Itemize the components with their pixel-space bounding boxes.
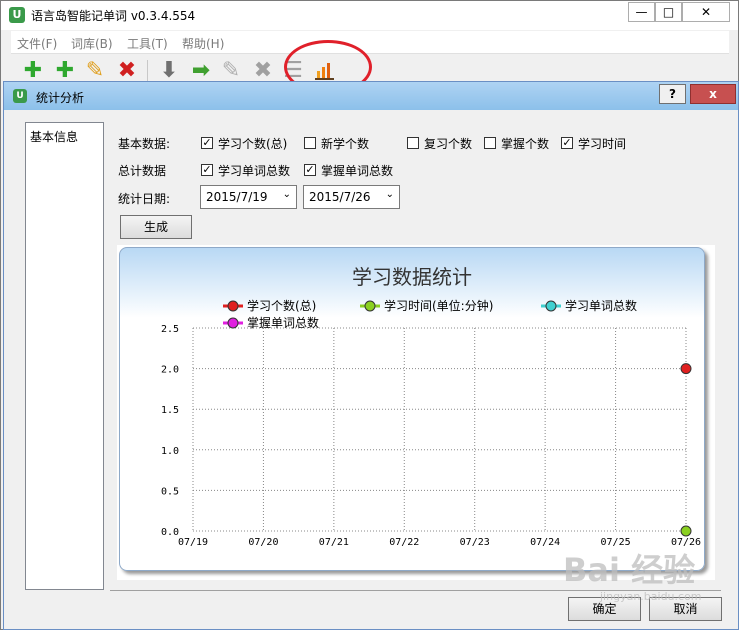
checkbox-study-time[interactable]: ✓: [561, 137, 573, 149]
chart-panel: 学习数据统计 0.0 0.5 1.0 1.5 2.0 2.5 07/19 07/20 07/21 0…: [119, 247, 705, 571]
main-title-bar: U 语言岛智能记单词 v0.3.4.554 — □ ✕: [1, 1, 738, 30]
side-item-basic-info[interactable]: 基本信息: [30, 128, 78, 145]
checkbox-review-count-label: 复习个数: [424, 137, 473, 151]
legend-label: 学习个数(总): [247, 298, 316, 313]
start-date-select[interactable]: 2015/7/19 ⌄: [200, 185, 297, 209]
menu-wordbank[interactable]: 词库(B): [71, 35, 113, 52]
delete-x-icon[interactable]: ✖: [251, 59, 275, 83]
chevron-down-icon: ⌄: [385, 189, 394, 200]
checkbox-review-count[interactable]: [407, 137, 419, 149]
dialog-logo-icon: U: [13, 89, 27, 103]
plus-icon[interactable]: ✚: [21, 59, 45, 83]
y-tick-label: 1.5: [161, 405, 179, 416]
checkbox-new-count-label: 新学个数: [321, 137, 370, 151]
x-tick-label: 07/20: [248, 537, 278, 548]
checkbox-total-studied-words[interactable]: ✓: [201, 164, 213, 176]
y-tick-label: 0.0: [161, 527, 179, 538]
menu-help[interactable]: 帮助(H): [182, 35, 224, 52]
watermark-logo: Bai 经验: [563, 551, 696, 589]
toolbar-separator: [147, 60, 148, 82]
checkbox-study-time-label: 学习时间: [578, 137, 627, 151]
y-tick-label: 0.5: [161, 486, 179, 497]
chevron-down-icon: ⌄: [282, 189, 291, 200]
dialog-close-button[interactable]: x: [690, 84, 736, 104]
chart-svg: 学习数据统计 0.0 0.5 1.0 1.5 2.0 2.5 07/19 07/20 07/21 0…: [161, 265, 701, 548]
minimize-button[interactable]: —: [628, 2, 655, 22]
right-arrow-icon[interactable]: ➡: [189, 59, 213, 83]
checkbox-study-count[interactable]: ✓: [201, 137, 213, 149]
checkbox-total-mastered-words-label: 掌握单词总数: [321, 164, 394, 178]
dialog-title-bar: U 统计分析 ? x: [4, 82, 738, 110]
data-point: [680, 363, 692, 375]
app-logo-icon: U: [9, 7, 25, 23]
close-button[interactable]: ✕: [682, 2, 730, 22]
maximize-button[interactable]: □: [655, 2, 682, 22]
menu-tools[interactable]: 工具(T): [127, 35, 168, 52]
checkbox-new-count[interactable]: [304, 137, 316, 149]
x-tick-label: 07/24: [530, 537, 560, 548]
plus-icon[interactable]: ✚: [53, 59, 77, 83]
help-button[interactable]: ?: [659, 84, 686, 104]
x-tick-label: 07/21: [319, 537, 349, 548]
watermark-url: jingyan.baidu.com: [600, 590, 702, 603]
chart-title: 学习数据统计: [352, 265, 472, 289]
checkbox-mastered-count[interactable]: [484, 137, 496, 149]
app-title: 语言岛智能记单词 v0.3.4.554: [31, 9, 196, 23]
menu-bar: 文件(F) 词库(B) 工具(T) 帮助(H): [11, 31, 729, 54]
checkbox-total-mastered-words[interactable]: ✓: [304, 164, 316, 176]
checkbox-total-studied-words-label: 学习单词总数: [218, 164, 291, 178]
pencil-icon[interactable]: ✎: [219, 59, 243, 83]
date-label: 统计日期:: [118, 192, 171, 206]
legend-label: 学习时间(单位:分钟): [384, 298, 493, 313]
legend-marker: [227, 300, 239, 312]
legend-marker: [364, 300, 376, 312]
y-tick-label: 2.0: [161, 365, 179, 376]
delete-x-icon[interactable]: ✖: [115, 59, 139, 83]
checkbox-mastered-count-label: 掌握个数: [501, 137, 550, 151]
side-list: 基本信息: [25, 122, 104, 590]
y-tick-label: 1.0: [161, 446, 179, 457]
total-data-label: 总计数据: [118, 164, 167, 178]
dialog-title: 统计分析: [36, 91, 85, 105]
data-point: [680, 525, 692, 537]
x-tick-label: 07/22: [389, 537, 419, 548]
legend-label: 学习单词总数: [565, 298, 637, 313]
end-date-value: 2015/7/26: [309, 190, 371, 204]
start-date-value: 2015/7/19: [206, 190, 268, 204]
legend-marker: [227, 317, 239, 329]
x-tick-label: 07/23: [460, 537, 490, 548]
x-tick-label: 07/19: [178, 537, 208, 548]
pencil-icon[interactable]: ✎: [83, 59, 107, 83]
legend-marker: [545, 300, 557, 312]
generate-button[interactable]: 生成: [120, 215, 192, 239]
end-date-select[interactable]: 2015/7/26 ⌄: [303, 185, 400, 209]
checkbox-study-count-label: 学习个数(总): [218, 137, 288, 151]
legend-label: 掌握单词总数: [247, 315, 319, 330]
down-arrow-icon[interactable]: ⬇: [157, 59, 181, 83]
y-tick-label: 2.5: [161, 324, 179, 335]
menu-file[interactable]: 文件(F): [17, 35, 57, 52]
basic-data-label: 基本数据:: [118, 137, 171, 151]
